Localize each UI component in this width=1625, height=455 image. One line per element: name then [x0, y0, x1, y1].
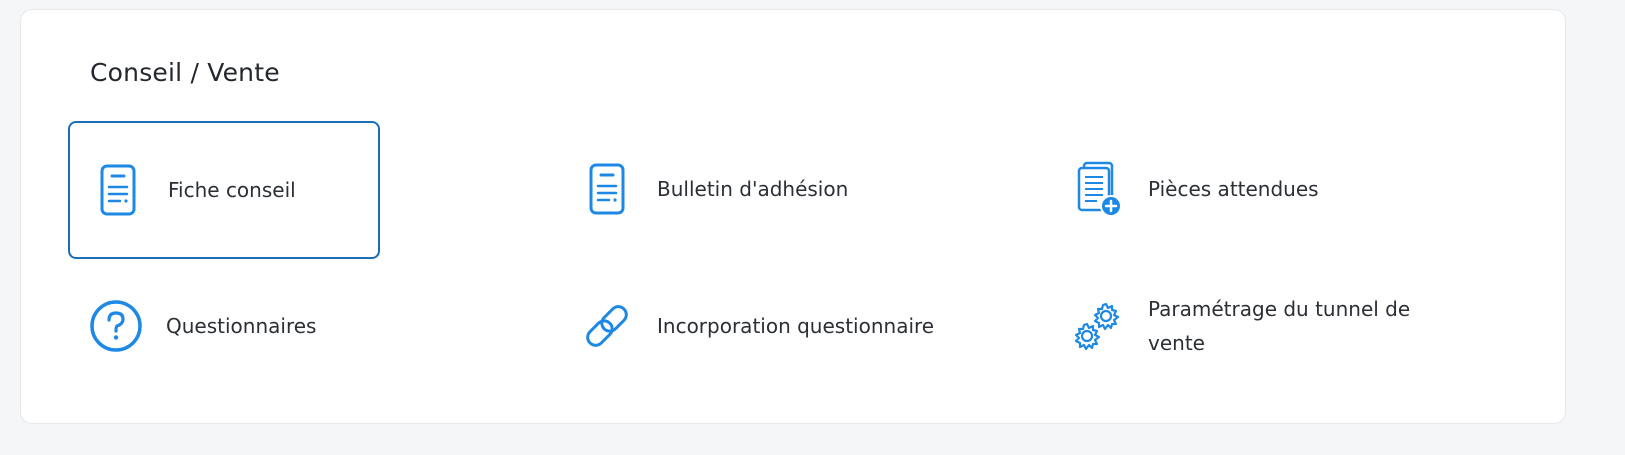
document-add-icon — [1070, 159, 1126, 219]
tile-questionnaires[interactable]: Questionnaires — [88, 286, 508, 366]
tile-label: Bulletin d'adhésion — [657, 177, 849, 201]
section-title: Conseil / Vente — [90, 58, 280, 87]
tile-label: Pièces attendues — [1148, 177, 1319, 201]
tile-parametrage-tunnel-vente[interactable]: Paramétrage du tunnel de vente — [1070, 286, 1450, 366]
tile-label: Fiche conseil — [168, 178, 296, 202]
question-circle-icon — [88, 296, 144, 356]
gears-icon — [1070, 296, 1126, 356]
tile-label: Incorporation questionnaire — [657, 314, 935, 338]
tile-label: Questionnaires — [166, 314, 317, 338]
tile-pieces-attendues[interactable]: Pièces attendues — [1070, 149, 1490, 229]
tile-incorporation-questionnaire[interactable]: Incorporation questionnaire — [579, 286, 1019, 366]
tile-bulletin-adhesion[interactable]: Bulletin d'adhésion — [579, 149, 999, 229]
document-icon — [579, 159, 635, 219]
conseil-vente-card: Conseil / Vente Fiche conseil Bulletin d… — [20, 9, 1566, 424]
document-icon — [90, 160, 146, 220]
link-icon — [579, 296, 635, 356]
tile-label: Paramétrage du tunnel de vente — [1148, 297, 1411, 355]
tile-fiche-conseil[interactable]: Fiche conseil — [68, 121, 380, 259]
